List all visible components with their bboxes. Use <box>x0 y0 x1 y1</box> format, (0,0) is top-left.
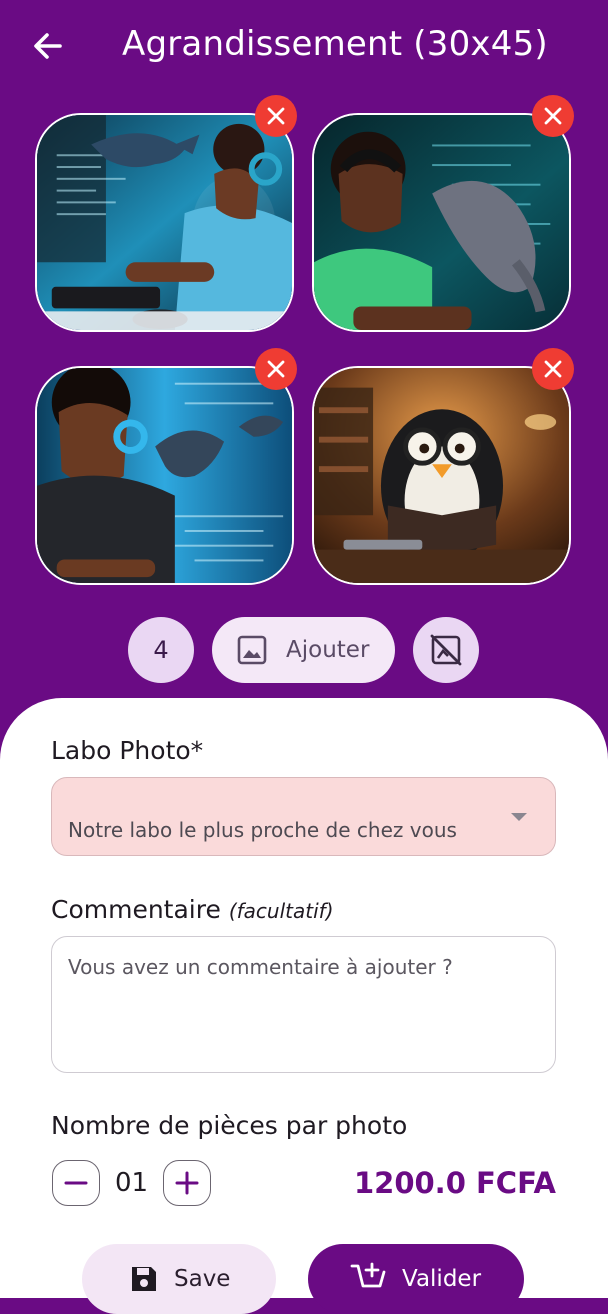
photo-count-badge: 4 <box>128 617 194 683</box>
lab-label: Labo Photo* <box>51 736 204 765</box>
remove-photo-button-3[interactable] <box>255 348 297 390</box>
total-price: 1200.0 FCFA <box>353 1166 556 1200</box>
validate-label: Valider <box>402 1266 482 1292</box>
photo-thumbnail-1[interactable] <box>35 113 294 332</box>
add-photo-button[interactable]: Ajouter <box>212 617 395 683</box>
comment-optional-hint: (facultatif) <box>228 899 334 923</box>
plus-icon <box>175 1171 199 1195</box>
back-button[interactable] <box>30 28 66 64</box>
chevron-down-icon <box>511 813 527 821</box>
close-icon <box>544 107 562 125</box>
close-icon <box>544 360 562 378</box>
remove-photo-button-2[interactable] <box>532 95 574 137</box>
comment-placeholder: Vous avez un commentaire à ajouter ? <box>68 955 453 979</box>
lab-select[interactable]: Notre labo le plus proche de chez vous <box>51 777 556 856</box>
photo-thumbnail-2[interactable] <box>312 113 571 332</box>
lab-select-placeholder: Notre labo le plus proche de chez vous <box>68 818 457 842</box>
comment-label-text: Commentaire <box>51 895 221 924</box>
save-icon <box>132 1267 156 1291</box>
save-label: Save <box>174 1266 231 1292</box>
comment-label: Commentaire (facultatif) <box>51 895 334 924</box>
pieces-label: Nombre de pièces par photo <box>51 1111 408 1140</box>
clear-photos-button[interactable] <box>413 617 479 683</box>
increment-button[interactable] <box>163 1160 211 1206</box>
hide-image-icon <box>430 634 462 666</box>
image-icon <box>237 635 267 665</box>
comment-field[interactable]: Vous avez un commentaire à ajouter ? <box>51 936 556 1073</box>
arrow-left-icon <box>34 33 62 59</box>
close-icon <box>267 360 285 378</box>
validate-button[interactable]: Valider <box>308 1244 524 1314</box>
photo-thumbnail-3[interactable] <box>35 366 294 585</box>
add-to-cart-icon <box>350 1262 386 1288</box>
app-header: Agrandissement (30x45) <box>0 0 608 96</box>
add-photo-label: Ajouter <box>286 637 370 663</box>
minus-icon <box>64 1181 88 1185</box>
page-title: Agrandissement (30x45) <box>122 24 548 64</box>
remove-photo-button-4[interactable] <box>532 348 574 390</box>
close-icon <box>267 107 285 125</box>
decrement-button[interactable] <box>52 1160 100 1206</box>
save-button[interactable]: Save <box>82 1244 276 1314</box>
quantity-value: 01 <box>115 1168 149 1198</box>
remove-photo-button-1[interactable] <box>255 95 297 137</box>
photo-thumbnail-4[interactable] <box>312 366 571 585</box>
